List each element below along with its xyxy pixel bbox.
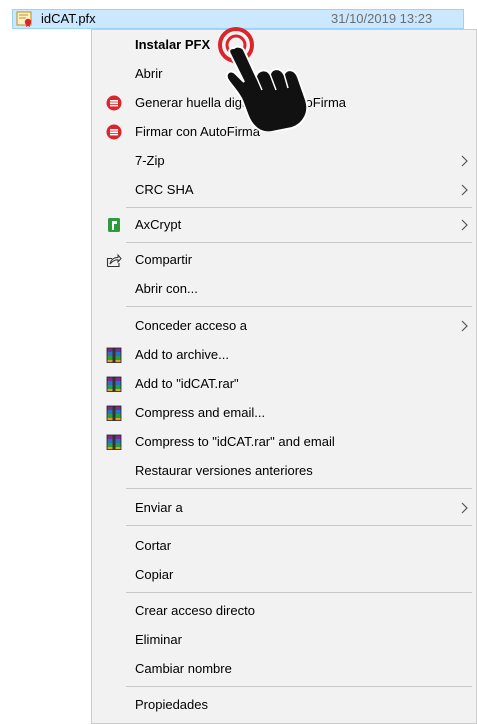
winrar-icon xyxy=(106,405,122,421)
menu-item-label: Propiedades xyxy=(135,697,208,712)
menu-item-label: Compartir xyxy=(135,252,193,267)
menu-item-label: AxCrypt xyxy=(135,217,182,232)
menu-item-crc-sha[interactable]: CRC SHA xyxy=(92,179,476,201)
menu-item-rename[interactable]: Cambiar nombre xyxy=(92,658,476,680)
menu-item-label: Conceder acceso a xyxy=(135,318,248,333)
axcrypt-icon xyxy=(108,218,120,232)
menu-item-label: Copiar xyxy=(135,567,174,582)
menu-item-label: Add to archive... xyxy=(135,347,229,362)
menu-item-7zip[interactable]: 7-Zip xyxy=(92,150,476,172)
file-name: idCAT.pfx xyxy=(41,11,96,26)
menu-item-label: Instalar PFX xyxy=(135,37,211,52)
menu-separator xyxy=(126,306,472,307)
autofirma-icon xyxy=(106,124,122,140)
menu-separator xyxy=(126,488,472,489)
winrar-icon xyxy=(106,347,122,363)
menu-separator xyxy=(126,525,472,526)
menu-item-label: Cambiar nombre xyxy=(135,661,232,676)
chevron-right-icon xyxy=(461,320,468,332)
menu-item-compress-rar-email[interactable]: Compress to "idCAT.rar" and email xyxy=(92,431,476,453)
menu-item-properties[interactable]: Propiedades xyxy=(92,694,476,716)
menu-item-cut[interactable]: Cortar xyxy=(92,535,476,557)
menu-item-label: Compress to "idCAT.rar" and email xyxy=(135,434,335,449)
menu-separator xyxy=(126,686,472,687)
menu-item-label: 7-Zip xyxy=(135,153,165,168)
chevron-right-icon xyxy=(461,502,468,514)
menu-item-create-shortcut[interactable]: Crear acceso directo xyxy=(92,600,476,622)
winrar-icon xyxy=(106,434,122,450)
chevron-right-icon xyxy=(461,155,468,167)
autofirma-icon xyxy=(106,95,122,111)
menu-item-label: Enviar a xyxy=(135,500,183,515)
menu-item-label: Compress and email... xyxy=(135,405,266,420)
menu-item-give-access[interactable]: Conceder acceso a xyxy=(92,315,476,337)
hand-pointer-icon xyxy=(218,27,309,132)
menu-item-label: Abrir con... xyxy=(135,281,198,296)
menu-item-restore-versions[interactable]: Restaurar versiones anteriores xyxy=(92,460,476,482)
menu-item-copy[interactable]: Copiar xyxy=(92,564,476,586)
menu-item-label: Abrir xyxy=(135,66,163,81)
menu-item-label: Add to "idCAT.rar" xyxy=(135,376,239,391)
certificate-file-icon xyxy=(16,11,32,27)
menu-separator xyxy=(126,207,472,208)
chevron-right-icon xyxy=(461,184,468,196)
context-menu: Instalar PFX Abrir Generar huella digita… xyxy=(91,29,477,724)
menu-item-label: CRC SHA xyxy=(135,182,194,197)
menu-item-add-to-rar[interactable]: Add to "idCAT.rar" xyxy=(92,373,476,395)
menu-item-label: Restaurar versiones anteriores xyxy=(135,463,313,478)
file-modified-date: 31/10/2019 13:23 xyxy=(331,11,433,26)
menu-item-share[interactable]: Compartir xyxy=(92,249,476,271)
menu-separator xyxy=(126,592,472,593)
menu-item-label: Cortar xyxy=(135,538,172,553)
winrar-icon xyxy=(106,376,122,392)
menu-item-delete[interactable]: Eliminar xyxy=(92,629,476,651)
menu-item-compress-email[interactable]: Compress and email... xyxy=(92,402,476,424)
menu-item-label: Crear acceso directo xyxy=(135,603,255,618)
menu-item-axcrypt[interactable]: AxCrypt xyxy=(92,214,476,236)
share-icon xyxy=(106,253,122,268)
menu-separator xyxy=(126,242,472,243)
menu-item-add-to-archive[interactable]: Add to archive... xyxy=(92,344,476,366)
menu-item-label: Eliminar xyxy=(135,632,182,647)
menu-item-open-with[interactable]: Abrir con... xyxy=(92,278,476,300)
menu-item-send-to[interactable]: Enviar a xyxy=(92,497,476,519)
chevron-right-icon xyxy=(461,219,468,231)
